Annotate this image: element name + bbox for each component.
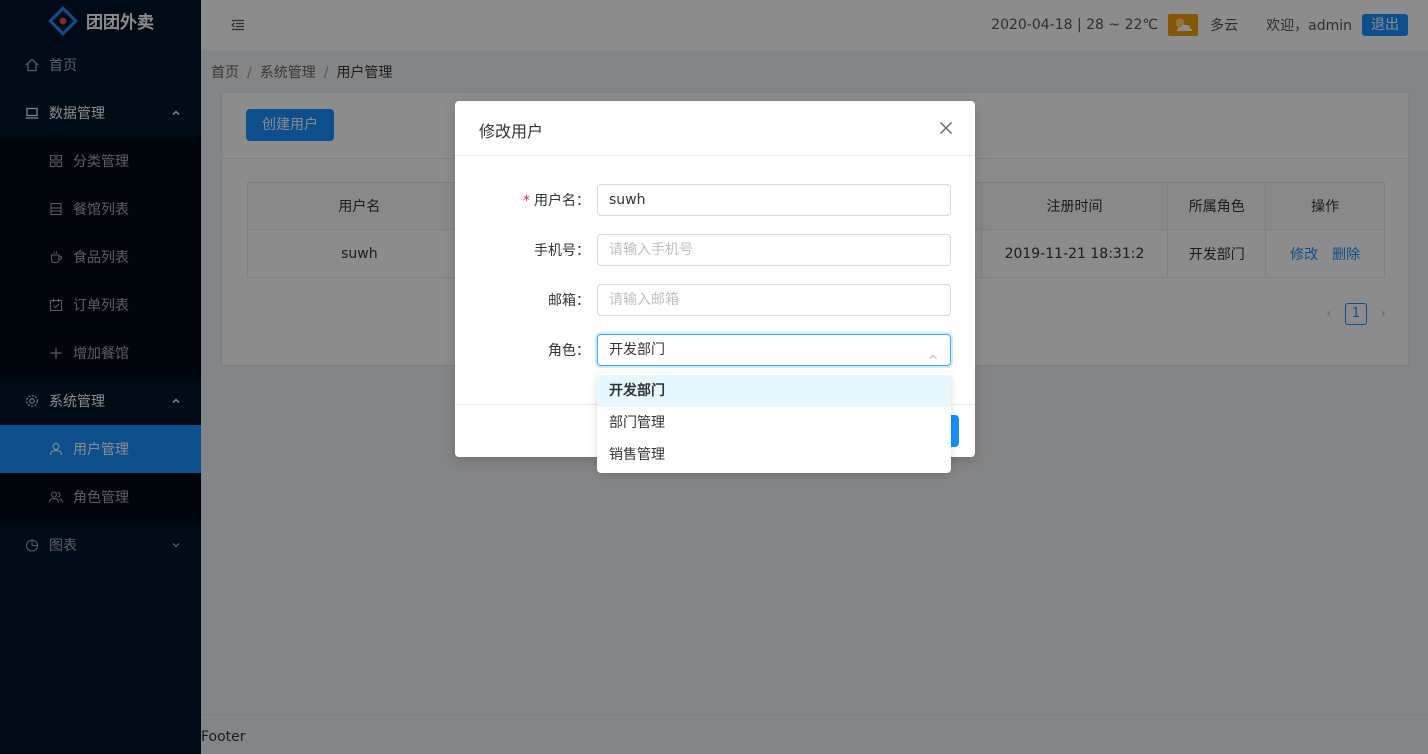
modal-header: 修改用户 bbox=[455, 101, 975, 156]
username-field[interactable]: suwh bbox=[597, 184, 951, 216]
role-select-value: 开发部门 bbox=[609, 342, 665, 358]
role-label: 角色： bbox=[548, 343, 590, 359]
modal-title: 修改用户 bbox=[479, 122, 544, 141]
role-option[interactable]: 开发部门 bbox=[597, 375, 951, 407]
email-label: 邮箱： bbox=[548, 293, 590, 309]
username-label: * 用户名： bbox=[523, 193, 590, 209]
phone-label: 手机号： bbox=[534, 243, 590, 259]
role-option[interactable]: 部门管理 bbox=[597, 407, 951, 439]
role-dropdown: 开发部门 部门管理 销售管理 bbox=[597, 373, 951, 473]
phone-field[interactable]: 请输入手机号 bbox=[597, 234, 951, 266]
email-field[interactable]: 请输入邮箱 bbox=[597, 284, 951, 316]
form-row-role: 角色： 开发部门 bbox=[455, 334, 975, 366]
role-option[interactable]: 销售管理 bbox=[597, 439, 951, 471]
form-row-phone: 手机号： 请输入手机号 bbox=[455, 234, 975, 266]
form-row-username: * 用户名： suwh bbox=[455, 184, 975, 216]
role-select[interactable]: 开发部门 bbox=[597, 334, 951, 366]
close-icon[interactable] bbox=[939, 121, 953, 135]
chevron-up-icon bbox=[927, 344, 939, 360]
form-row-email: 邮箱： 请输入邮箱 bbox=[455, 284, 975, 316]
